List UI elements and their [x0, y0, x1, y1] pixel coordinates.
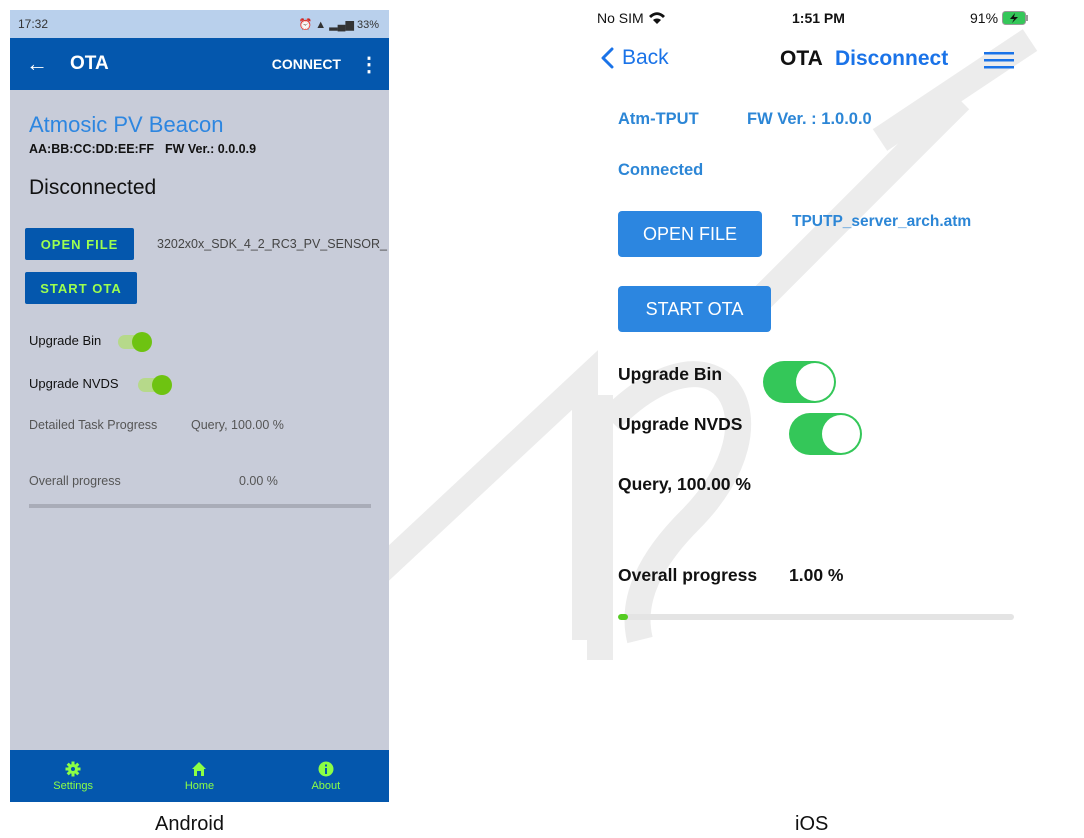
overall-progress-label: Overall progress: [29, 474, 121, 488]
overall-progress-label: Overall progress: [618, 565, 758, 585]
start-ota-button[interactable]: START OTA: [618, 286, 771, 332]
tab-label: About: [311, 779, 341, 792]
toggle-knob: [152, 375, 172, 395]
overall-progress-value: 0.00 %: [239, 474, 278, 488]
toggle-knob: [822, 415, 860, 453]
upgrade-bin-toggle[interactable]: [763, 361, 836, 403]
upgrade-bin-label: Upgrade Bin: [618, 364, 723, 384]
toggle-knob: [132, 332, 152, 352]
firmware-version: FW Ver. : 1.0.0.0: [747, 110, 872, 128]
page-title: OTA: [780, 47, 823, 70]
more-vert-icon[interactable]: ⋮: [359, 52, 379, 77]
android-app-bar: ← OTA CONNECT ⋮: [10, 38, 389, 90]
battery-indicator: ⏰ ▲ ▂▄▆ 33%: [298, 18, 380, 31]
upgrade-bin-toggle[interactable]: [118, 332, 152, 352]
connection-state: Connected: [618, 161, 704, 179]
upgrade-nvds-toggle[interactable]: [789, 413, 862, 455]
android-screen: 17:32 ⏰ ▲ ▂▄▆ 33% ← OTA CONNECT ⋮ Atmosi…: [10, 10, 389, 802]
device-address: AA:BB:CC:DD:EE:FF: [29, 142, 154, 156]
upgrade-nvds-toggle[interactable]: [138, 375, 172, 395]
device-name: Atmosic PV Beacon: [29, 112, 224, 137]
hamburger-menu-icon[interactable]: [984, 50, 1014, 70]
page-title: OTA: [70, 53, 109, 74]
tab-label: Settings: [53, 779, 94, 792]
tab-home[interactable]: Home: [136, 750, 262, 802]
caption-android: Android: [155, 813, 224, 835]
toggle-knob: [796, 363, 834, 401]
file-name: 3202x0x_SDK_4_2_RC3_PV_SENSOR_: [157, 237, 387, 251]
back-arrow-icon[interactable]: ←: [26, 51, 62, 77]
carrier: No SIM: [597, 10, 666, 26]
open-file-button[interactable]: OPEN FILE: [25, 228, 134, 260]
connection-state: Disconnected: [29, 176, 157, 199]
wifi-icon: [648, 12, 665, 24]
upgrade-nvds-label: Upgrade NVDS: [29, 376, 119, 391]
bottom-nav: Settings Home About: [10, 750, 389, 802]
tab-label: Home: [184, 779, 215, 792]
detailed-progress-label: Detailed Task Progress: [29, 418, 158, 432]
home-icon: [192, 761, 207, 776]
disconnect-button[interactable]: Disconnect: [835, 47, 948, 71]
progress-fill: [618, 614, 628, 620]
tab-settings[interactable]: Settings: [10, 750, 136, 802]
tab-about[interactable]: About: [263, 750, 389, 802]
start-ota-button[interactable]: START OTA: [25, 272, 137, 304]
battery-indicator: 91%: [970, 10, 1029, 26]
ios-nav-bar: Back OTA Disconnect: [597, 46, 1037, 76]
upgrade-nvds-label: Upgrade NVDS: [618, 414, 743, 434]
overall-progress-bar: [29, 504, 371, 508]
device-name: Atm-TPUT: [618, 110, 699, 128]
firmware-version: FW Ver.: 0.0.0.9: [165, 142, 257, 156]
overall-progress-value: 1.00 %: [789, 565, 844, 585]
open-file-button[interactable]: OPEN FILE: [618, 211, 762, 257]
battery-charging-icon: [1001, 11, 1028, 25]
android-status-bar: 17:32 ⏰ ▲ ▂▄▆ 33%: [10, 10, 389, 38]
overall-progress-bar: [618, 614, 1014, 620]
detailed-progress-value: Query, 100.00 %: [191, 418, 284, 432]
ios-status-bar: No SIM 1:51 PM 91%: [597, 10, 1037, 30]
back-button[interactable]: Back: [601, 46, 669, 70]
gear-icon: [65, 761, 81, 776]
task-progress-value: Query, 100.00 %: [618, 474, 751, 494]
ios-screen: No SIM 1:51 PM 91% Back OTA Disconnect A…: [585, 0, 1045, 700]
status-time: 17:32: [18, 17, 49, 31]
back-label: Back: [622, 46, 669, 69]
connect-button[interactable]: CONNECT: [272, 56, 341, 72]
caption-ios: iOS: [795, 813, 829, 835]
chevron-left-icon: [601, 47, 614, 69]
status-time: 1:51 PM: [792, 10, 845, 26]
upgrade-bin-label: Upgrade Bin: [29, 333, 102, 348]
file-name: TPUTP_server_arch.atm: [792, 213, 972, 230]
info-icon: [318, 761, 334, 776]
